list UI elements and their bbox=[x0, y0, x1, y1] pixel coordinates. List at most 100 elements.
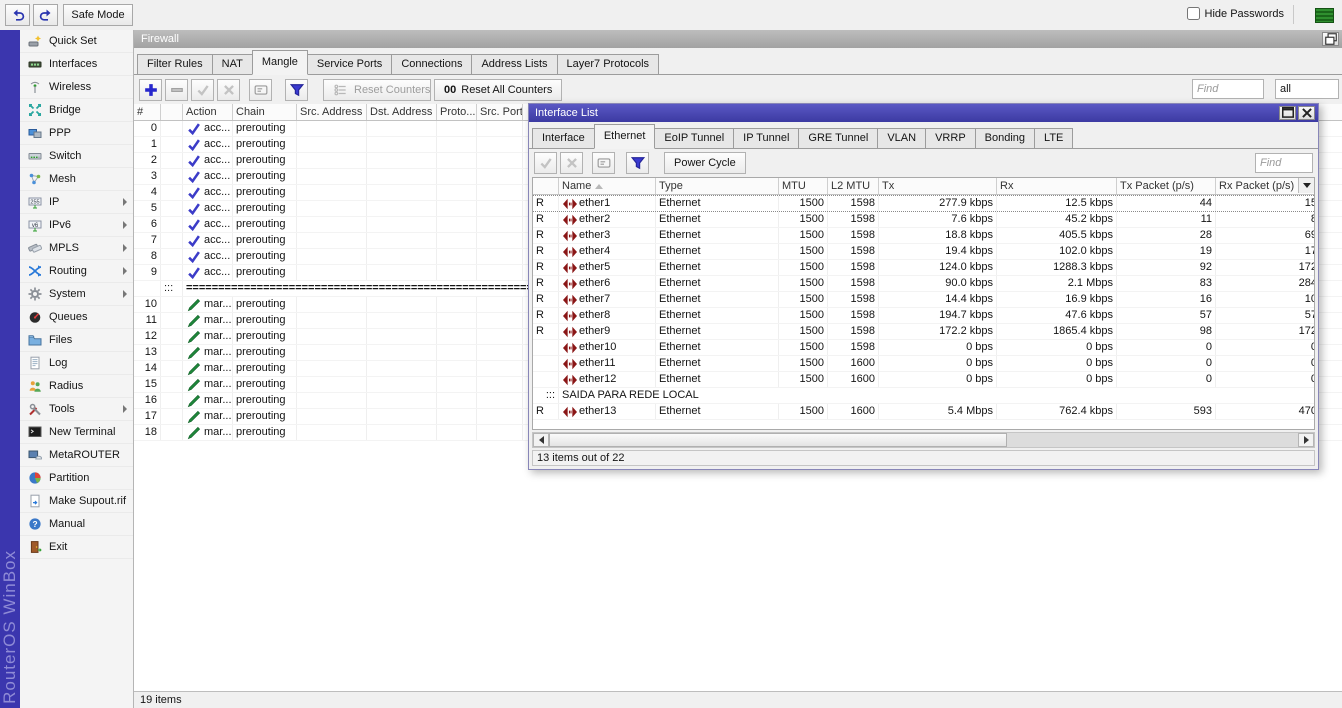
sidebar-item-files[interactable]: Files bbox=[20, 329, 133, 352]
filter-button[interactable] bbox=[285, 79, 308, 101]
column-header-blank[interactable]: # bbox=[134, 104, 161, 120]
interface-row[interactable]: ether12Ethernet150016000 bps0 bps00 bbox=[533, 372, 1314, 388]
tab-eoip-tunnel[interactable]: EoIP Tunnel bbox=[654, 128, 735, 148]
sidebar-item-partition[interactable]: Partition bbox=[20, 467, 133, 490]
sidebar-item-exit[interactable]: Exit bbox=[20, 536, 133, 559]
tab-gre-tunnel[interactable]: GRE Tunnel bbox=[798, 128, 879, 148]
reset-counters-button[interactable]: Reset Counters bbox=[323, 79, 431, 101]
interface-row[interactable]: Rether8 Ethernet 1500 1598 194.7 kbps 47.6 kb… bbox=[533, 308, 1314, 324]
close-button[interactable] bbox=[1298, 106, 1315, 120]
tab-ip-tunnel[interactable]: IP Tunnel bbox=[733, 128, 800, 148]
tab-connections[interactable]: Connections bbox=[391, 54, 473, 74]
scrollbar-track[interactable] bbox=[1007, 433, 1298, 447]
tab-vlan[interactable]: VLAN bbox=[877, 128, 927, 148]
tab-address-lists[interactable]: Address Lists bbox=[471, 54, 558, 74]
sidebar-item-radius[interactable]: Radius bbox=[20, 375, 133, 398]
firewall-titlebar[interactable]: Firewall bbox=[134, 30, 1342, 48]
sidebar-item-quick-set[interactable]: Quick Set bbox=[20, 30, 133, 53]
column-header-l2-mtu[interactable]: L2 MTU bbox=[828, 178, 879, 194]
column-header-dst-address[interactable]: Dst. Address bbox=[367, 104, 437, 120]
hide-passwords-checkbox[interactable] bbox=[1186, 7, 1200, 20]
sidebar-item-metarouter[interactable]: MetaROUTER bbox=[20, 444, 133, 467]
sidebar-item-mesh[interactable]: Mesh bbox=[20, 168, 133, 191]
sidebar-item-wireless[interactable]: Wireless bbox=[20, 76, 133, 99]
sidebar-item-system[interactable]: System bbox=[20, 283, 133, 306]
column-header-tx[interactable]: Tx bbox=[879, 178, 997, 194]
scrollbar-thumb[interactable] bbox=[549, 433, 1007, 447]
interface-row[interactable]: Rether5 Ethernet 1500 1598 124.0 kbps 1288.3 … bbox=[533, 260, 1314, 276]
tab-ethernet[interactable]: Ethernet bbox=[593, 124, 656, 149]
tab-service-ports[interactable]: Service Ports bbox=[306, 54, 393, 74]
sidebar-item-routing[interactable]: Routing bbox=[20, 260, 133, 283]
interface-row[interactable]: Rether6 Ethernet 1500 1598 90.0 kbps 2.1 Mbps… bbox=[533, 276, 1314, 292]
sidebar-item-log[interactable]: Log bbox=[20, 352, 133, 375]
tab-mangle[interactable]: Mangle bbox=[251, 50, 308, 75]
tab-vrrp[interactable]: VRRP bbox=[925, 128, 976, 148]
tab-interface[interactable]: Interface bbox=[532, 128, 595, 148]
column-header-mtu[interactable]: MTU bbox=[779, 178, 828, 194]
sidebar-item-queues[interactable]: Queues bbox=[20, 306, 133, 329]
sidebar-item-ip[interactable]: 255 IP bbox=[20, 191, 133, 214]
sidebar-item-ppp[interactable]: PPP bbox=[20, 122, 133, 145]
scroll-right-button[interactable] bbox=[1298, 433, 1314, 447]
tab-nat[interactable]: NAT bbox=[211, 54, 253, 74]
sidebar-item-interfaces[interactable]: Interfaces bbox=[20, 53, 133, 76]
disable-interface-button[interactable] bbox=[560, 152, 583, 174]
tab-bonding[interactable]: Bonding bbox=[974, 128, 1036, 148]
tab-layer7-protocols[interactable]: Layer7 Protocols bbox=[556, 54, 660, 74]
chain-filter-dropdown[interactable]: all bbox=[1275, 79, 1339, 99]
interface-row[interactable]: ether11Ethernet150016000 bps0 bps00 bbox=[533, 356, 1314, 372]
interface-row[interactable]: Rether2 Ethernet 1500 1598 7.6 kbps 45.2 kbps… bbox=[533, 212, 1314, 228]
interface-row[interactable]: Rether4 Ethernet 1500 1598 19.4 kbps 102.0 kb… bbox=[533, 244, 1314, 260]
column-header-rx[interactable]: Rx bbox=[997, 178, 1117, 194]
horizontal-scrollbar[interactable] bbox=[532, 432, 1315, 448]
sidebar-item-make-supout-rif[interactable]: Make Supout.rif bbox=[20, 490, 133, 513]
sidebar-item-ipv6[interactable]: v6 IPv6 bbox=[20, 214, 133, 237]
interface-row[interactable]: Rether3 Ethernet 1500 1598 18.8 kbps 405.5 kb… bbox=[533, 228, 1314, 244]
redo-button[interactable] bbox=[33, 4, 58, 26]
interface-list-titlebar[interactable]: Interface List bbox=[529, 104, 1318, 122]
column-header-tx-packet-p-s[interactable]: Tx Packet (p/s) bbox=[1117, 178, 1216, 194]
remove-rule-button[interactable] bbox=[165, 79, 188, 101]
interface-row[interactable]: Rether13 Ethernet 1500 1600 5.4 Mbps 762.4 kb… bbox=[533, 404, 1314, 420]
undo-button[interactable] bbox=[5, 4, 30, 26]
interface-row[interactable]: Rether9 Ethernet 1500 1598 172.2 kbps 1865.4 … bbox=[533, 324, 1314, 340]
maximize-button[interactable] bbox=[1279, 106, 1296, 120]
interface-row[interactable]: Rether7 Ethernet 1500 1598 14.4 kbps 16.9 kbp… bbox=[533, 292, 1314, 308]
interface-comment-row[interactable]: ::: SAIDA PARA REDE LOCAL bbox=[533, 388, 1314, 404]
enable-rule-button[interactable] bbox=[191, 79, 214, 101]
column-header-src-address[interactable]: Src. Address bbox=[297, 104, 367, 120]
interface-row[interactable]: Rether1 Ethernet 1500 1598 277.9 kbps 12.5 kb… bbox=[533, 195, 1314, 212]
sidebar-item-bridge[interactable]: Bridge bbox=[20, 99, 133, 122]
interface-find-input[interactable] bbox=[1255, 153, 1313, 173]
sidebar-item-switch[interactable]: Switch bbox=[20, 145, 133, 168]
comment-button[interactable] bbox=[592, 152, 615, 174]
tab-lte[interactable]: LTE bbox=[1034, 128, 1074, 148]
comment-button[interactable] bbox=[249, 79, 272, 101]
power-cycle-button[interactable]: Power Cycle bbox=[664, 152, 746, 174]
column-dropdown-button[interactable] bbox=[1298, 178, 1314, 193]
tab-filter-rules[interactable]: Filter Rules bbox=[137, 54, 213, 74]
filter-button[interactable] bbox=[626, 152, 649, 174]
sidebar-item-tools[interactable]: Tools bbox=[20, 398, 133, 421]
column-header-src-port[interactable]: Src. Port bbox=[477, 104, 523, 120]
firewall-find-input[interactable] bbox=[1192, 79, 1264, 99]
interface-row[interactable]: ether10Ethernet150015980 bps0 bps00 bbox=[533, 340, 1314, 356]
enable-interface-button[interactable] bbox=[534, 152, 557, 174]
column-header-proto[interactable]: Proto... bbox=[437, 104, 477, 120]
safe-mode-button[interactable]: Safe Mode bbox=[63, 4, 133, 26]
disable-rule-button[interactable] bbox=[217, 79, 240, 101]
column-header-action[interactable]: Action bbox=[183, 104, 233, 120]
reset-all-counters-button[interactable]: 00 Reset All Counters bbox=[434, 79, 563, 101]
column-header-blank[interactable] bbox=[533, 178, 559, 194]
sidebar-item-mpls[interactable]: MPLS bbox=[20, 237, 133, 260]
column-header-name[interactable]: Name bbox=[559, 178, 656, 194]
scroll-left-button[interactable] bbox=[533, 433, 549, 447]
restore-button[interactable] bbox=[1322, 32, 1339, 46]
column-header-blank[interactable] bbox=[161, 104, 183, 120]
sidebar-item-new-terminal[interactable]: New Terminal bbox=[20, 421, 133, 444]
column-header-type[interactable]: Type bbox=[656, 178, 779, 194]
sidebar-item-manual[interactable]: ? Manual bbox=[20, 513, 133, 536]
column-header-chain[interactable]: Chain bbox=[233, 104, 297, 120]
add-rule-button[interactable] bbox=[139, 79, 162, 101]
